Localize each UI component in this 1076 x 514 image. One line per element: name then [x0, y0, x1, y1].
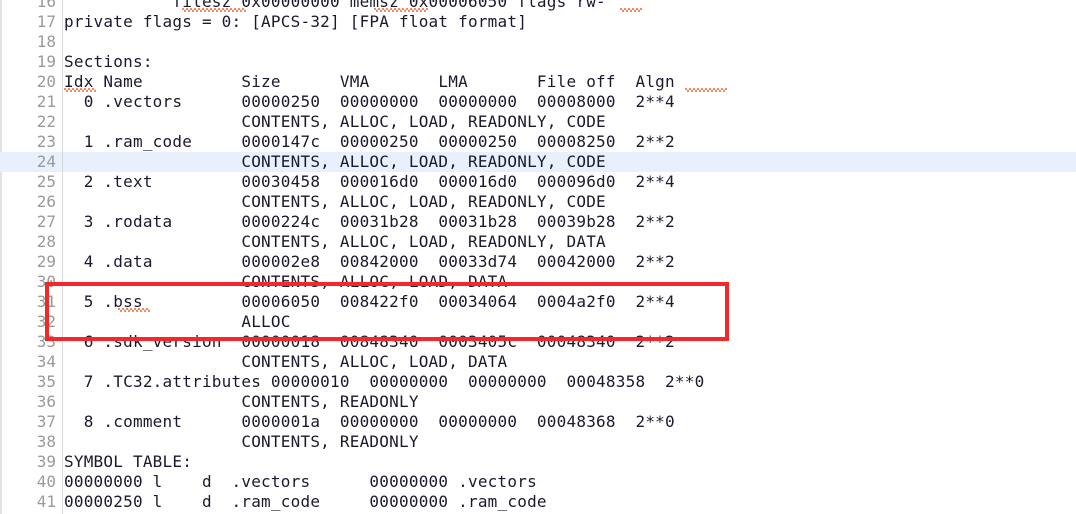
gutter-separator-rule: [62, 0, 63, 514]
code-line-text: 7 .TC32.attributes 00000010 00000000 000…: [64, 372, 705, 391]
code-line[interactable]: 23 1 .ram_code 0000147c 00000250 0000025…: [0, 132, 1076, 152]
line-number: 35: [36, 372, 56, 391]
line-number: 26: [36, 192, 56, 211]
line-number: 39: [36, 452, 56, 471]
code-line[interactable]: 41 00000250 l d .ram_code 00000000 .ram_c…: [0, 492, 1076, 512]
code-line[interactable]: 25 2 .text 00030458 000016d0 000016d0 00…: [0, 172, 1076, 192]
code-line-text: CONTENTS, ALLOC, LOAD, READONLY, CODE: [64, 152, 606, 171]
code-line[interactable]: 36 CONTENTS, READONLY: [0, 392, 1076, 412]
code-line-text: 1 .ram_code 0000147c 00000250 00000250 0…: [64, 132, 675, 151]
code-line-text: 3 .rodata 0000224c 00031b28 00031b28 000…: [64, 212, 675, 231]
code-line[interactable]: 29 4 .data 000002e8 00842000 00033d74 00…: [0, 252, 1076, 272]
code-line[interactable]: 22 CONTENTS, ALLOC, LOAD, READONLY, CODE: [0, 112, 1076, 132]
code-line-text: CONTENTS, READONLY: [64, 392, 419, 411]
code-line-text: 0 .vectors 00000250 00000000 00000000 00…: [64, 92, 675, 111]
code-line-text: SYMBOL TABLE:: [64, 452, 193, 471]
code-line-text: CONTENTS, READONLY: [64, 432, 419, 451]
code-line-text: Sections:: [64, 52, 153, 71]
code-editor-viewport[interactable]: 16 filesz 0x00000000 memsz 0x00006050 fl…: [0, 0, 1076, 514]
code-line[interactable]: 17 private flags = 0: [APCS-32] [FPA floa…: [0, 12, 1076, 32]
code-line-text: 00000000 l d .vectors 00000000 .vectors: [64, 472, 537, 491]
code-line[interactable]: 21 0 .vectors 00000250 00000000 00000000…: [0, 92, 1076, 112]
code-line-text: Idx Name Size VMA LMA File off Algn: [64, 72, 675, 91]
code-line-text: filesz 0x00000000 memsz 0x00006050 flags…: [64, 0, 606, 11]
line-number: 25: [36, 172, 56, 191]
line-number: 38: [36, 432, 56, 451]
line-number: 29: [36, 252, 56, 271]
code-line[interactable]: 24 CONTENTS, ALLOC, LOAD, READONLY, CODE: [0, 152, 1076, 172]
line-number: 36: [36, 392, 56, 411]
code-line-text: CONTENTS, ALLOC, LOAD, READONLY, CODE: [64, 112, 606, 131]
code-line[interactable]: 20 Idx Name Size VMA LMA File off Algn: [0, 72, 1076, 92]
line-number: 24: [36, 152, 56, 171]
line-number: 34: [36, 352, 56, 371]
line-number: 23: [36, 132, 56, 151]
line-number: 17: [36, 12, 56, 31]
code-line[interactable]: 32 ALLOC: [0, 312, 1076, 332]
line-number: 19: [36, 52, 56, 71]
line-number: 20: [36, 72, 56, 91]
code-line[interactable]: 37 8 .comment 0000001a 00000000 00000000…: [0, 412, 1076, 432]
line-number: 41: [36, 492, 56, 511]
code-line[interactable]: 28 CONTENTS, ALLOC, LOAD, READONLY, DATA: [0, 232, 1076, 252]
code-line-text: CONTENTS, ALLOC, LOAD, DATA: [64, 352, 508, 371]
code-line-text: ALLOC: [64, 312, 291, 331]
line-number: 16: [36, 0, 56, 11]
code-line-text: 2 .text 00030458 000016d0 000016d0 00009…: [64, 172, 675, 191]
code-line-text: 00000250 l d .ram_code 00000000 .ram_cod…: [64, 492, 547, 511]
code-line-text: CONTENTS, ALLOC, LOAD, DATA: [64, 272, 508, 291]
code-line-text: 5 .bss 00006050 008422f0 00034064 0004a2…: [64, 292, 675, 311]
code-line[interactable]: 31 5 .bss 00006050 008422f0 00034064 000…: [0, 292, 1076, 312]
code-line-text: 8 .comment 0000001a 00000000 00000000 00…: [64, 412, 675, 431]
code-line[interactable]: 40 00000000 l d .vectors 00000000 .vector…: [0, 472, 1076, 492]
code-line-text: 6 .sdk_version 00000018 00848340 0003405…: [64, 332, 675, 351]
line-number: 18: [36, 32, 56, 51]
code-line[interactable]: 34 CONTENTS, ALLOC, LOAD, DATA: [0, 352, 1076, 372]
code-line-text: CONTENTS, ALLOC, LOAD, READONLY, CODE: [64, 192, 606, 211]
code-line-text: 4 .data 000002e8 00842000 00033d74 00042…: [64, 252, 675, 271]
code-line[interactable]: 30 CONTENTS, ALLOC, LOAD, DATA: [0, 272, 1076, 292]
code-line[interactable]: 38 CONTENTS, READONLY: [0, 432, 1076, 452]
line-number: 27: [36, 212, 56, 231]
line-number: 30: [36, 272, 56, 291]
code-line[interactable]: 26 CONTENTS, ALLOC, LOAD, READONLY, CODE: [0, 192, 1076, 212]
code-line[interactable]: 33 6 .sdk_version 00000018 00848340 0003…: [0, 332, 1076, 352]
code-line-text: CONTENTS, ALLOC, LOAD, READONLY, DATA: [64, 232, 606, 251]
code-line[interactable]: 18: [0, 32, 1076, 52]
line-number: 33: [36, 332, 56, 351]
code-line[interactable]: 27 3 .rodata 0000224c 00031b28 00031b28 …: [0, 212, 1076, 232]
line-number: 32: [36, 312, 56, 331]
line-number: 22: [36, 112, 56, 131]
line-number: 37: [36, 412, 56, 431]
code-line[interactable]: 35 7 .TC32.attributes 00000010 00000000 …: [0, 372, 1076, 392]
line-number: 21: [36, 92, 56, 111]
line-number: 31: [36, 292, 56, 311]
code-line-text: private flags = 0: [APCS-32] [FPA float …: [64, 12, 528, 31]
code-line[interactable]: 16 filesz 0x00000000 memsz 0x00006050 fl…: [0, 0, 1076, 12]
line-number: 28: [36, 232, 56, 251]
line-number: 40: [36, 472, 56, 491]
code-line[interactable]: 19 Sections:: [0, 52, 1076, 72]
code-line[interactable]: 39 SYMBOL TABLE:: [0, 452, 1076, 472]
